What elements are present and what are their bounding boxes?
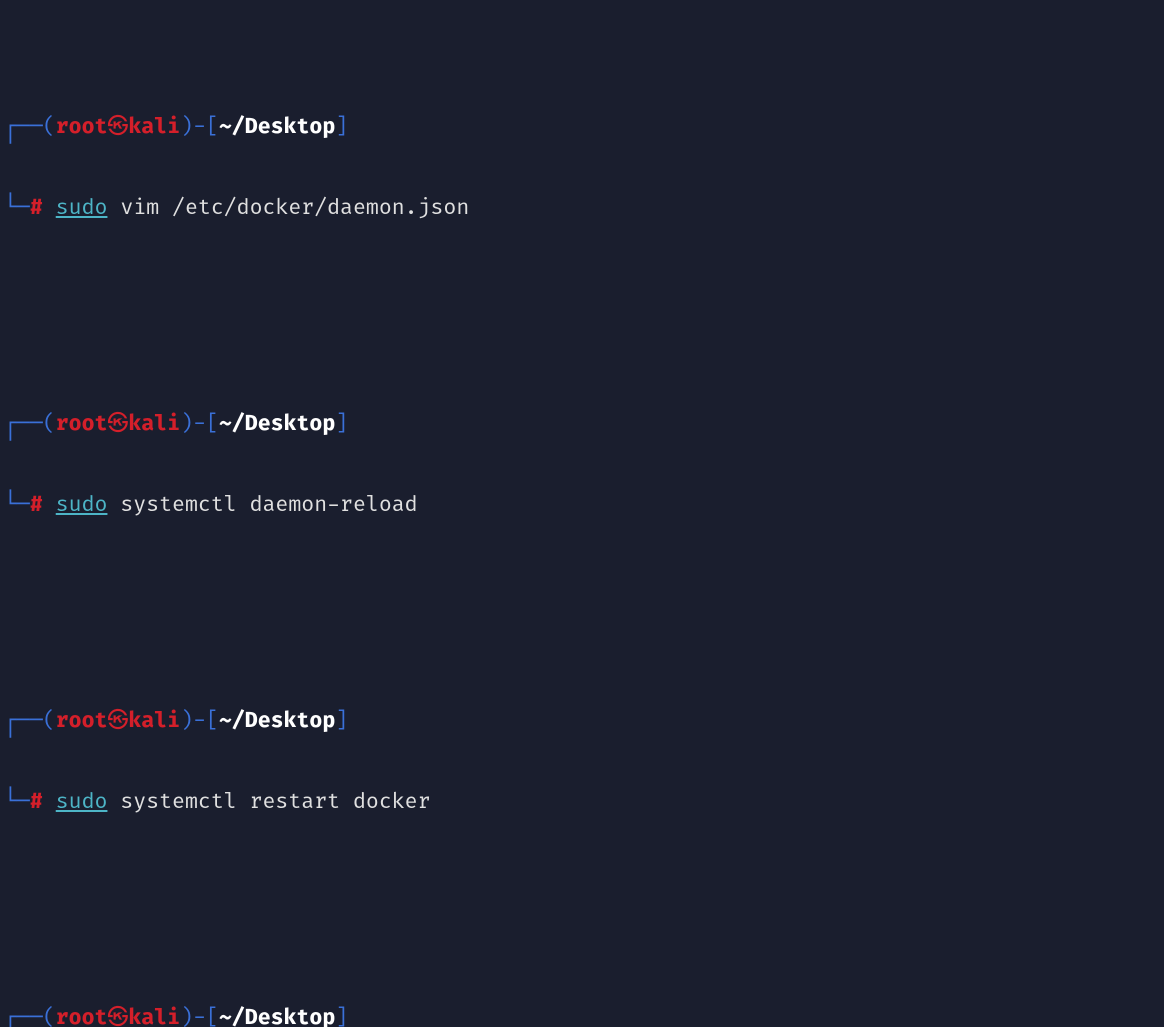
skull-icon: ㉿ <box>107 412 128 437</box>
cmd-head: sudo <box>56 493 108 518</box>
paren-open: ( <box>43 1006 56 1027</box>
cmd-args: systemctl daemon-reload <box>107 493 417 518</box>
prompt-hash: # <box>30 196 43 221</box>
blank-line <box>4 870 1160 897</box>
cmd-head: sudo <box>56 790 108 815</box>
bracket-open: [ <box>206 1006 219 1027</box>
bracket-close: ] <box>335 1006 348 1027</box>
skull-icon: ㉿ <box>107 1006 128 1027</box>
cmd-args: systemctl restart docker <box>107 790 430 815</box>
box-corner-icon: ┌── <box>4 709 43 734</box>
cmd-head: sudo <box>56 196 108 221</box>
prompt-hash: # <box>30 790 43 815</box>
bracket-close: ] <box>335 115 348 140</box>
paren-close: ) <box>180 412 193 437</box>
box-corner-icon: └─ <box>4 493 30 518</box>
box-corner-icon: ┌── <box>4 412 43 437</box>
dash-sep: - <box>193 1006 206 1027</box>
box-corner-icon: ┌── <box>4 1006 43 1027</box>
paren-open: ( <box>43 115 56 140</box>
prompt-path: ~/Desktop <box>219 1006 335 1027</box>
blank-line <box>4 276 1160 303</box>
paren-close: ) <box>180 1006 193 1027</box>
terminal-window[interactable]: ┌──(root㉿kali)-[~/Desktop] └─# sudo vim … <box>0 0 1164 1027</box>
bracket-open: [ <box>206 115 219 140</box>
prompt-path: ~/Desktop <box>219 709 335 734</box>
bracket-close: ] <box>335 709 348 734</box>
command-line[interactable]: └─# sudo systemctl restart docker <box>4 789 1160 816</box>
prompt-host: kali <box>128 709 180 734</box>
bracket-open: [ <box>206 709 219 734</box>
command-line[interactable]: └─# sudo vim /etc/docker/daemon.json <box>4 195 1160 222</box>
box-corner-icon: └─ <box>4 790 30 815</box>
dash-sep: - <box>193 115 206 140</box>
prompt-host: kali <box>128 412 180 437</box>
prompt-line-top: ┌──(root㉿kali)-[~/Desktop] <box>4 114 1160 141</box>
prompt-host: kali <box>128 115 180 140</box>
box-corner-icon: ┌── <box>4 115 43 140</box>
prompt-user: root <box>56 412 108 437</box>
bracket-close: ] <box>335 412 348 437</box>
prompt-line-top: ┌──(root㉿kali)-[~/Desktop] <box>4 708 1160 735</box>
paren-open: ( <box>43 709 56 734</box>
command-line[interactable]: └─# sudo systemctl daemon-reload <box>4 492 1160 519</box>
prompt-user: root <box>56 115 108 140</box>
prompt-line-top: ┌──(root㉿kali)-[~/Desktop] <box>4 1005 1160 1027</box>
prompt-host: kali <box>128 1006 180 1027</box>
skull-icon: ㉿ <box>107 115 128 140</box>
paren-close: ) <box>180 709 193 734</box>
bracket-open: [ <box>206 412 219 437</box>
prompt-hash: # <box>30 493 43 518</box>
prompt-path: ~/Desktop <box>219 412 335 437</box>
cmd-args: vim /etc/docker/daemon.json <box>107 196 469 221</box>
prompt-user: root <box>56 709 108 734</box>
skull-icon: ㉿ <box>107 709 128 734</box>
prompt-line-top: ┌──(root㉿kali)-[~/Desktop] <box>4 411 1160 438</box>
prompt-path: ~/Desktop <box>219 115 335 140</box>
paren-close: ) <box>180 115 193 140</box>
box-corner-icon: └─ <box>4 196 30 221</box>
dash-sep: - <box>193 412 206 437</box>
dash-sep: - <box>193 709 206 734</box>
paren-open: ( <box>43 412 56 437</box>
prompt-user: root <box>56 1006 108 1027</box>
blank-line <box>4 573 1160 600</box>
